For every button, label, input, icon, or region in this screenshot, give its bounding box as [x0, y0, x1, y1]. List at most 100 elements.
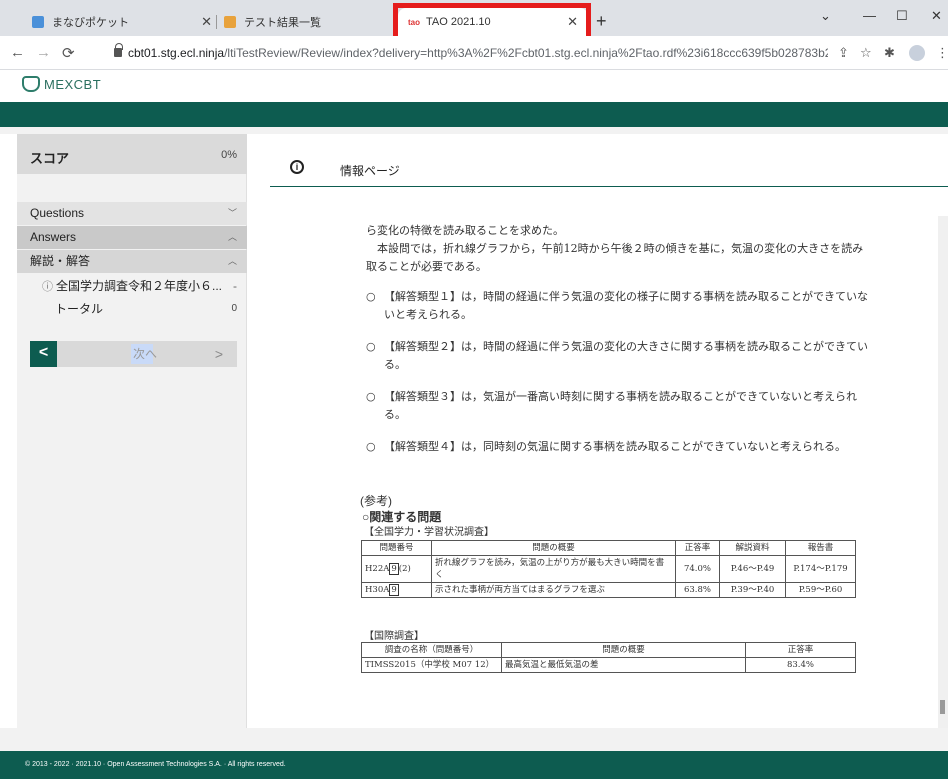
column-header: 問題番号 [361, 540, 432, 556]
share-icon[interactable]: ⇪ [838, 45, 849, 61]
app-top-bar [0, 102, 948, 127]
bullet-text: 【解答類型１】は，時間の経過に伴う気温の変化の様子に関する事柄を読み取ることがで… [384, 290, 868, 321]
app-sub-bar [0, 127, 948, 134]
score-value: 0% [221, 149, 237, 161]
scrollbar-thumb[interactable] [940, 700, 945, 714]
doc-cell: P.46～P.49 [719, 555, 786, 583]
chevron-up-icon: ︿ [227, 232, 237, 242]
bullet-mark: ○ [366, 390, 376, 403]
results-favicon-icon [224, 16, 236, 28]
lock-icon [114, 43, 123, 57]
question-id-suffix: (2) [398, 564, 411, 574]
bookmark-star-icon[interactable]: ☆ [860, 45, 872, 61]
column-header: 正答率 [675, 540, 720, 556]
browser-tab-manabi[interactable]: まなびポケット ✕ [22, 8, 222, 36]
info-page-header: i 情報ページ [270, 160, 948, 187]
bullet-text: 【解答類型２】は，時間の経過に伴う気温の変化の大きさに関する事柄を読み取ることが… [384, 340, 868, 371]
item-value: - [233, 279, 237, 293]
mexcbt-logo-icon [22, 76, 40, 92]
national-survey-table: 問題番号 問題の概要 正答率 解説資料 報告書 H22A 9 (2) 折れ線グラフを… [361, 540, 856, 598]
doc-cell: P.39～P.40 [719, 582, 786, 598]
section-label: 解説・解答 [30, 254, 91, 268]
section-label: Questions [30, 206, 85, 220]
section-answers[interactable]: Answers ︿ [17, 226, 247, 249]
url-path: /ltiTestReview/Review/index?delivery=htt… [224, 46, 828, 60]
content-scrollbar[interactable] [938, 216, 948, 728]
chevron-right-icon: > [214, 346, 223, 362]
rate-cell: 74.0% [675, 555, 720, 583]
column-header: 問題の概要 [501, 642, 746, 658]
mexcbt-logo: MEXCBT [22, 76, 101, 92]
info-circle-icon: i [290, 160, 304, 174]
summary-cell: 折れ線グラフを読み，気温の上がり方が最も大きい時間を書く [431, 555, 676, 583]
section-label: Answers [30, 230, 77, 244]
bullet-text: 【解答類型３】は，気温が一番高い時刻に関する事柄を読み取ることができていないと考… [384, 390, 857, 421]
review-main: i 情報ページ ら変化の特徴を読み取ることを求めた。 本設問では，折れ線グラフか… [248, 134, 948, 728]
bullet-mark: ○ [366, 340, 376, 353]
question-id-prefix: H30A [365, 585, 390, 595]
table-row: H30A 9 示された事柄が両方当てはまるグラフを選ぶ 63.8% P.39～P.… [361, 582, 856, 598]
manabi-favicon-icon [32, 16, 44, 28]
browser-menu-icon[interactable]: ⋮ [936, 45, 948, 61]
minimize-window-icon[interactable]: — [863, 8, 876, 23]
close-window-icon[interactable]: ✕ [931, 8, 942, 24]
info-page-title: 情報ページ [340, 164, 400, 178]
table-row: TIMSS2015（中学校 M07 12） 最高気温と最低気温の差 83.4% [361, 657, 856, 673]
answer-type-1: ○ 【解答類型１】は，時間の経過に伴う気温の変化の様子に関する事柄を読み取ること… [366, 288, 871, 324]
report-cell: P.174～P.179 [785, 555, 856, 583]
answer-type-2: ○ 【解答類型２】は，時間の経過に伴う気温の変化の大きさに関する事柄を読み取るこ… [366, 338, 871, 374]
address-bar[interactable]: cbt01.stg.ecl.ninja/ltiTestReview/Review… [128, 46, 828, 60]
column-header: 解説資料 [719, 540, 786, 556]
question-id-box: 9 [389, 584, 399, 596]
bullet-mark: ○ [366, 290, 376, 303]
tab-title: まなびポケット [52, 17, 129, 29]
logo-text: MEXCBT [44, 76, 102, 92]
url-host: cbt01.stg.ecl.ninja [128, 46, 225, 60]
bullet-text: 【解答類型４】は，同時刻の気温に関する事柄を読み取ることができていないと考えられ… [384, 440, 846, 453]
question-id-cell: H30A 9 [361, 582, 432, 598]
section-questions[interactable]: Questions ﹀ [17, 202, 247, 225]
question-id-box: 9 [389, 563, 399, 575]
next-button[interactable]: 次へ > [57, 341, 237, 367]
column-header: 調査の名称（問題番号） [361, 642, 502, 658]
next-label: 次へ [133, 347, 158, 361]
answer-type-4: ○ 【解答類型４】は，同時刻の気温に関する事柄を読み取ることができていないと考え… [366, 438, 871, 456]
browser-tab-results[interactable]: テスト結果一覧 ✕ [214, 8, 414, 36]
previous-button[interactable]: < [30, 341, 57, 367]
item-label: トータル [55, 302, 104, 316]
footer-spacer [0, 728, 948, 751]
tab-title: テスト結果一覧 [244, 17, 321, 29]
bullet-mark: ○ [366, 440, 376, 453]
table-header-row: 調査の名称（問題番号） 問題の概要 正答率 [361, 642, 856, 658]
app-header: MEXCBT [0, 70, 948, 102]
close-tab-icon[interactable]: ✕ [201, 14, 212, 30]
question-id-cell: H22A 9 (2) [361, 555, 432, 583]
forward-arrow-icon[interactable]: → [36, 44, 51, 61]
item-value: 0 [231, 303, 237, 314]
back-arrow-icon[interactable]: ← [10, 44, 25, 61]
tab-search-chevron-icon[interactable]: ⌄ [820, 8, 831, 24]
chevron-up-icon: ︿ [227, 256, 237, 266]
summary-cell: 示された事柄が両方当てはまるグラフを選ぶ [431, 582, 676, 598]
table-header-row: 問題番号 問題の概要 正答率 解説資料 報告書 [361, 540, 856, 556]
sidebar-nav: < 次へ > [30, 341, 237, 367]
score-panel: スコア 0% [17, 134, 247, 174]
item-label: 全国学力調査令和２年度小６... [56, 279, 223, 293]
reload-icon[interactable]: ⟳ [62, 44, 75, 62]
extensions-puzzle-icon[interactable]: ✱ [884, 45, 895, 61]
profile-avatar-icon[interactable] [909, 45, 925, 61]
column-header: 問題の概要 [431, 540, 676, 556]
report-cell: P.59～P.60 [785, 582, 856, 598]
rate-cell: 63.8% [675, 582, 720, 598]
sidebar-item-question[interactable]: ⓘ 全国学力調査令和２年度小６... - [17, 275, 247, 297]
table-row: H22A 9 (2) 折れ線グラフを読み，気温の上がり方が最も大きい時間を書く 74… [361, 555, 856, 583]
survey-name-cell: TIMSS2015（中学校 M07 12） [361, 657, 502, 673]
maximize-window-icon[interactable]: ☐ [896, 8, 908, 24]
question-id-prefix: H22A [365, 564, 390, 574]
sidebar-item-total[interactable]: トータル 0 [17, 298, 247, 320]
chevron-down-icon: ﹀ [227, 208, 237, 218]
new-tab-plus-icon[interactable]: + [596, 11, 607, 32]
column-header: 正答率 [745, 642, 856, 658]
section-explanation[interactable]: 解説・解答 ︿ [17, 250, 247, 273]
column-header: 報告書 [785, 540, 856, 556]
